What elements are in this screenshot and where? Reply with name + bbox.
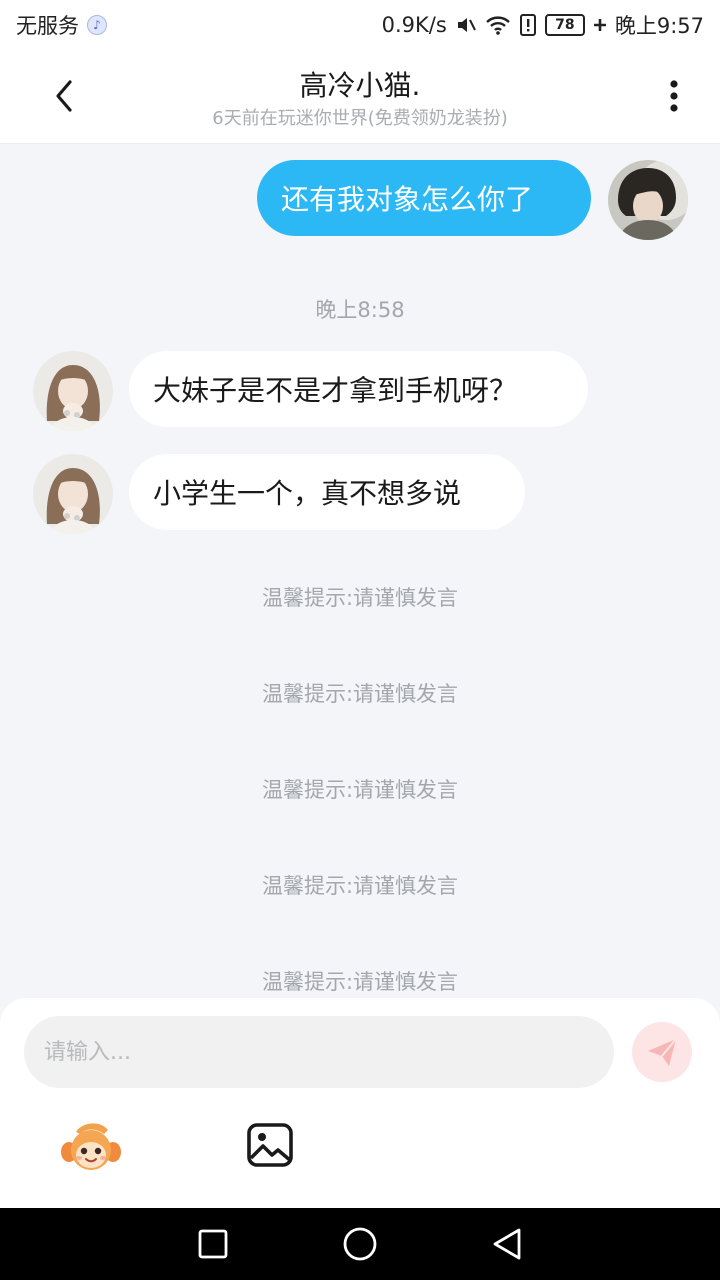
warning-notice: 温馨提示:请谨慎发言 — [261, 874, 459, 898]
mute-icon — [455, 13, 477, 37]
emoji-button[interactable] — [60, 1118, 122, 1174]
message-bubble-mine[interactable]: 还有我对象怎么你了 — [257, 160, 591, 236]
sim-alert-icon — [519, 13, 537, 37]
message-bubble-theirs[interactable]: 小学生一个，真不想多说 — [129, 454, 525, 530]
contact-status: 6天前在玩迷你世界(免费领奶龙装扮) — [212, 108, 508, 129]
contact-avatar[interactable] — [33, 454, 113, 534]
music-icon: ♪ — [87, 15, 107, 35]
wifi-icon — [485, 13, 511, 37]
contact-avatar[interactable] — [33, 351, 113, 431]
square-icon — [198, 1229, 228, 1259]
warning-notice: 温馨提示:请谨慎发言 — [261, 586, 459, 610]
home-button[interactable] — [338, 1222, 382, 1266]
warning-notice: 温馨提示:请谨慎发言 — [261, 970, 459, 994]
triangle-back-icon — [493, 1228, 521, 1260]
send-button[interactable] — [632, 1022, 692, 1082]
clock: 晚上9:57 — [614, 14, 704, 38]
image-icon — [247, 1123, 293, 1167]
send-plane-icon — [648, 1038, 677, 1066]
status-left: 无服务 ♪ — [16, 10, 107, 40]
back-nav-button[interactable] — [485, 1222, 529, 1266]
battery-indicator: 78 — [544, 14, 585, 36]
mascot-emoji-icon — [61, 1123, 121, 1170]
more-options-button[interactable] — [654, 72, 694, 120]
status-right: 0.9K/s 78 晚上9:57 — [382, 10, 704, 40]
system-nav-bar — [0, 1208, 720, 1280]
net-speed: 0.9K/s — [381, 13, 447, 37]
chat-header: 高冷小猫. 6天前在玩迷你世界(免费领奶龙装扮) — [0, 50, 720, 144]
chat-screen: 无服务 ♪ 0.9K/s 78 晚上9:57 高冷小猫. 6天前在玩迷你世界(免… — [0, 0, 720, 1280]
warning-notice: 温馨提示:请谨慎发言 — [261, 682, 459, 706]
more-vertical-icon — [670, 80, 678, 112]
charging-icon — [593, 13, 607, 37]
carrier-label: 无服务 — [16, 14, 79, 38]
status-bar: 无服务 ♪ 0.9K/s 78 晚上9:57 — [0, 0, 720, 50]
circle-icon — [343, 1227, 377, 1261]
timestamp: 晚上8:58 — [315, 298, 405, 322]
warning-notice: 温馨提示:请谨慎发言 — [261, 778, 459, 802]
recent-apps-button[interactable] — [191, 1222, 235, 1266]
message-bubble-theirs[interactable]: 大妹子是不是才拿到手机呀？ — [129, 351, 588, 427]
input-panel — [0, 998, 720, 1208]
my-avatar[interactable] — [608, 160, 688, 240]
contact-name: 高冷小猫. — [299, 69, 421, 102]
image-button[interactable] — [246, 1122, 294, 1168]
message-input[interactable] — [24, 1016, 614, 1088]
